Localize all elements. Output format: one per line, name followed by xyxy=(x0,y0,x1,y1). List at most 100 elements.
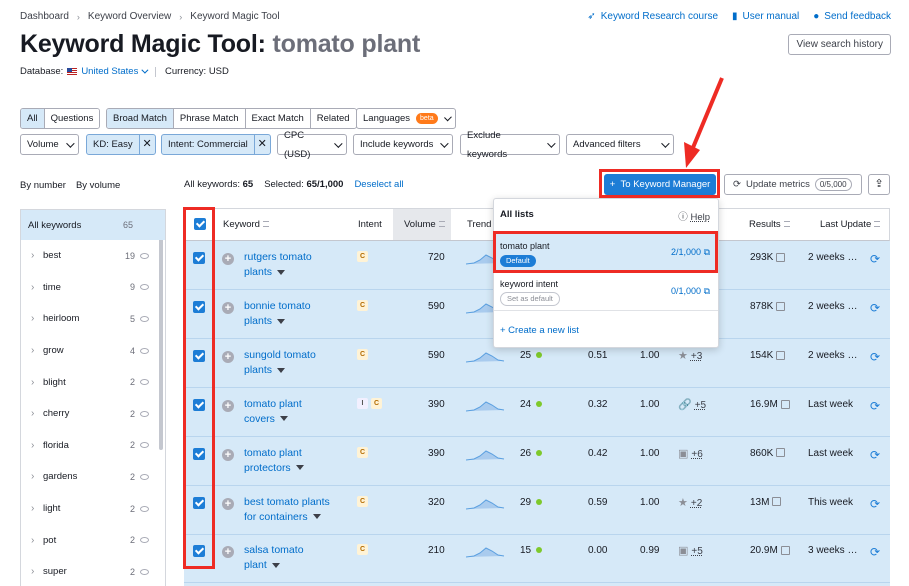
keyword-link[interactable]: tomato plant covers xyxy=(244,397,344,427)
keyword-link[interactable]: tomato plant protectors xyxy=(244,446,344,476)
serp-snapshot-icon[interactable] xyxy=(780,399,790,409)
serp-features-cell[interactable]: ▣ +5 xyxy=(678,544,703,557)
serp-features-cell[interactable]: 🔗 +5 xyxy=(678,398,706,411)
refresh-icon[interactable]: ⟳ xyxy=(870,497,880,511)
tab-all[interactable]: All xyxy=(21,109,45,128)
eye-icon[interactable] xyxy=(140,347,149,354)
col-volume[interactable]: Volume xyxy=(393,209,451,240)
close-icon[interactable]: ✕ xyxy=(253,135,270,154)
refresh-icon[interactable]: ⟳ xyxy=(870,350,880,364)
refresh-icon[interactable]: ⟳ xyxy=(870,301,880,315)
eye-icon[interactable] xyxy=(140,473,149,480)
serp-features-cell[interactable]: ▣ +6 xyxy=(678,447,703,460)
col-results[interactable]: Results xyxy=(749,209,790,240)
list-count-link[interactable]: 0/1,000 ⧉ xyxy=(671,286,710,297)
cpc-dropdown[interactable]: CPC (USD) xyxy=(277,130,347,160)
add-to-list-icon[interactable]: + xyxy=(222,497,234,510)
set-as-default-button[interactable]: Set as default xyxy=(500,292,560,306)
tab-phrase-match[interactable]: Phrase Match xyxy=(173,109,246,128)
add-to-list-icon[interactable]: + xyxy=(222,253,234,265)
group-item[interactable]: › super 2 xyxy=(21,556,165,586)
help-link[interactable]: ⓘ Help xyxy=(678,209,710,223)
serp-snapshot-icon[interactable] xyxy=(776,448,786,458)
breadcrumb-keyword-overview[interactable]: Keyword Overview xyxy=(88,11,171,22)
col-last-update[interactable]: Last Update xyxy=(820,209,881,240)
tab-broad-match[interactable]: Broad Match xyxy=(107,109,174,128)
keyword-research-course-link[interactable]: ➶ Keyword Research course xyxy=(587,11,718,22)
add-to-list-icon[interactable]: + xyxy=(222,546,234,559)
serp-features-cell[interactable]: ★ +3 xyxy=(678,349,702,362)
eye-icon[interactable] xyxy=(140,442,149,449)
caret-down-icon[interactable] xyxy=(277,269,286,275)
tab-questions[interactable]: Questions xyxy=(44,109,100,128)
breadcrumb-dashboard[interactable]: Dashboard xyxy=(20,11,69,22)
group-all-keywords[interactable]: All keywords 65 xyxy=(21,210,165,240)
eye-icon[interactable] xyxy=(140,284,149,291)
languages-dropdown[interactable]: Languages beta xyxy=(356,108,456,129)
serp-snapshot-icon[interactable] xyxy=(776,301,786,311)
caret-down-icon[interactable] xyxy=(295,465,304,471)
serp-snapshot-icon[interactable] xyxy=(780,546,790,556)
caret-down-icon[interactable] xyxy=(277,318,286,324)
eye-icon[interactable] xyxy=(140,315,149,322)
keyword-link[interactable]: rutgers tomato plants xyxy=(244,250,344,280)
refresh-icon[interactable]: ⟳ xyxy=(870,399,880,413)
intent-filter-chip[interactable]: Intent: Commercial ✕ xyxy=(161,134,271,155)
export-button[interactable]: ⇪ xyxy=(868,174,890,195)
deselect-all-link[interactable]: Deselect all xyxy=(354,179,403,190)
tab-by-volume[interactable]: By volume xyxy=(76,180,120,191)
volume-dropdown[interactable]: Volume xyxy=(20,134,79,155)
keyword-link[interactable]: salsa tomato plant xyxy=(244,543,344,573)
group-item[interactable]: › gardens 2 xyxy=(21,461,165,493)
create-new-list-link[interactable]: + Create a new list xyxy=(500,325,579,336)
serp-snapshot-icon[interactable] xyxy=(772,497,782,507)
close-icon[interactable]: ✕ xyxy=(138,135,155,154)
add-to-list-icon[interactable]: + xyxy=(222,350,234,363)
list-name[interactable]: keyword intent xyxy=(500,279,558,289)
group-item[interactable]: › best 19 xyxy=(21,240,165,272)
group-item[interactable]: › light 2 xyxy=(21,493,165,525)
serp-features-cell[interactable]: ★ +2 xyxy=(678,496,702,509)
col-keyword[interactable]: Keyword xyxy=(223,209,269,240)
caret-down-icon[interactable] xyxy=(277,367,286,373)
database-select[interactable]: United States xyxy=(81,66,149,77)
refresh-icon[interactable]: ⟳ xyxy=(870,545,880,559)
group-name: All keywords xyxy=(28,219,82,231)
group-item[interactable]: › cherry 2 xyxy=(21,398,165,430)
serp-snapshot-icon[interactable] xyxy=(776,252,786,262)
kd-filter-chip[interactable]: KD: Easy ✕ xyxy=(86,134,156,155)
user-manual-link[interactable]: ▮ User manual xyxy=(732,11,799,22)
group-item[interactable]: › time 9 xyxy=(21,272,165,304)
caret-down-icon[interactable] xyxy=(271,563,280,569)
keyword-link[interactable]: bonnie tomato plants xyxy=(244,299,344,329)
group-item[interactable]: › pot 2 xyxy=(21,524,165,556)
caret-down-icon[interactable] xyxy=(312,514,321,520)
col-trend[interactable]: Trend xyxy=(467,209,491,240)
include-keywords-dropdown[interactable]: Include keywords xyxy=(353,134,453,155)
group-item[interactable]: › blight 2 xyxy=(21,366,165,398)
caret-down-icon[interactable] xyxy=(279,416,288,422)
tab-by-number[interactable]: By number xyxy=(20,180,66,191)
update-metrics-button[interactable]: ⟳ Update metrics 0/5,000 xyxy=(724,174,862,195)
eye-icon[interactable] xyxy=(140,410,149,417)
send-feedback-link[interactable]: ● Send feedback xyxy=(813,11,891,22)
add-to-list-icon[interactable]: + xyxy=(222,301,234,314)
serp-snapshot-icon[interactable] xyxy=(776,350,786,360)
keyword-link[interactable]: sungold tomato plants xyxy=(244,348,344,378)
group-item[interactable]: › florida 2 xyxy=(21,430,165,462)
group-item[interactable]: › heirloom 5 xyxy=(21,303,165,335)
add-to-list-icon[interactable]: + xyxy=(222,448,234,461)
advanced-filters-dropdown[interactable]: Advanced filters xyxy=(566,134,674,155)
eye-icon[interactable] xyxy=(140,379,149,386)
keyword-link[interactable]: best tomato plants for containers xyxy=(244,495,344,525)
eye-icon[interactable] xyxy=(140,252,149,259)
exclude-keywords-dropdown[interactable]: Exclude keywords xyxy=(460,130,560,160)
refresh-icon[interactable]: ⟳ xyxy=(870,448,880,462)
refresh-icon[interactable]: ⟳ xyxy=(870,252,880,266)
eye-icon[interactable] xyxy=(140,568,149,575)
view-search-history-button[interactable]: View search history xyxy=(788,34,891,55)
eye-icon[interactable] xyxy=(140,537,149,544)
eye-icon[interactable] xyxy=(140,505,149,512)
add-to-list-icon[interactable]: + xyxy=(222,399,234,412)
group-item[interactable]: › grow 4 xyxy=(21,335,165,367)
